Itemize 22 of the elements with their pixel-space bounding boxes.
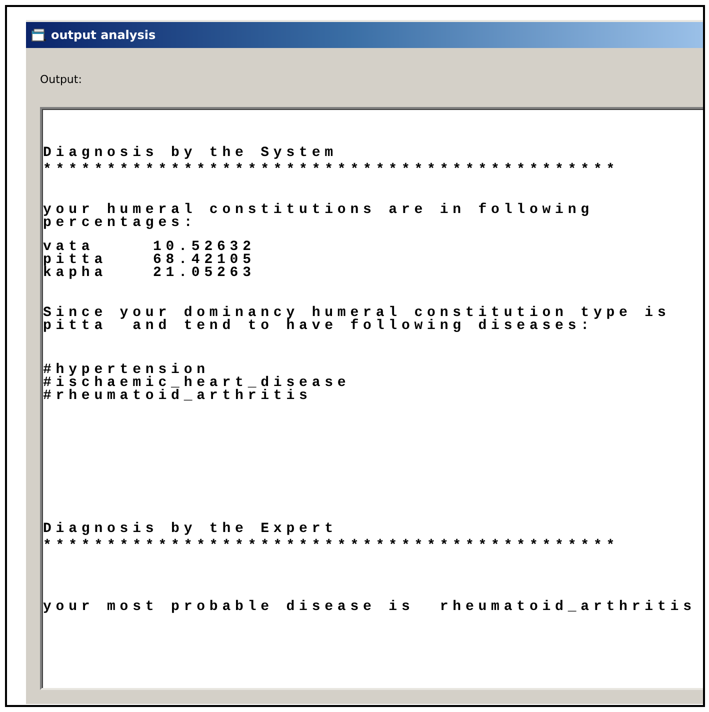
result-text: your most probable disease is rheumatoid_arthritis xyxy=(43,601,696,614)
humor-name: pitta xyxy=(43,254,108,267)
section-heading: Diagnosis by the Expert xyxy=(43,523,338,536)
humor-percentage: 68.42105 xyxy=(153,254,256,267)
window-title: output analysis xyxy=(51,28,156,42)
disease-item: #ischaemic_heart_disease xyxy=(43,377,350,390)
output-text: percentages: xyxy=(43,217,197,230)
humor-name: kapha xyxy=(43,267,108,280)
output-text: Since your dominancy humeral constitution type is xyxy=(43,307,670,320)
output-text: your humeral constitutions are in following xyxy=(43,204,594,217)
humor-percentage: 21.05263 xyxy=(153,267,256,280)
asterisk-rule: ********************************************* xyxy=(43,164,620,177)
output-label: Output: xyxy=(40,73,82,86)
asterisk-rule: ********************************************* xyxy=(43,540,620,553)
output-text: pitta and tend to have following diseases: xyxy=(43,320,594,333)
output-text-area[interactable] xyxy=(40,107,703,690)
disease-item: #hypertension xyxy=(43,364,210,377)
humor-name: vata xyxy=(43,241,94,254)
window-icon xyxy=(31,28,47,42)
disease-item: #rheumatoid_arthritis xyxy=(43,390,312,403)
section-heading: Diagnosis by the System xyxy=(43,147,338,160)
humor-percentage: 10.52632 xyxy=(153,241,256,254)
